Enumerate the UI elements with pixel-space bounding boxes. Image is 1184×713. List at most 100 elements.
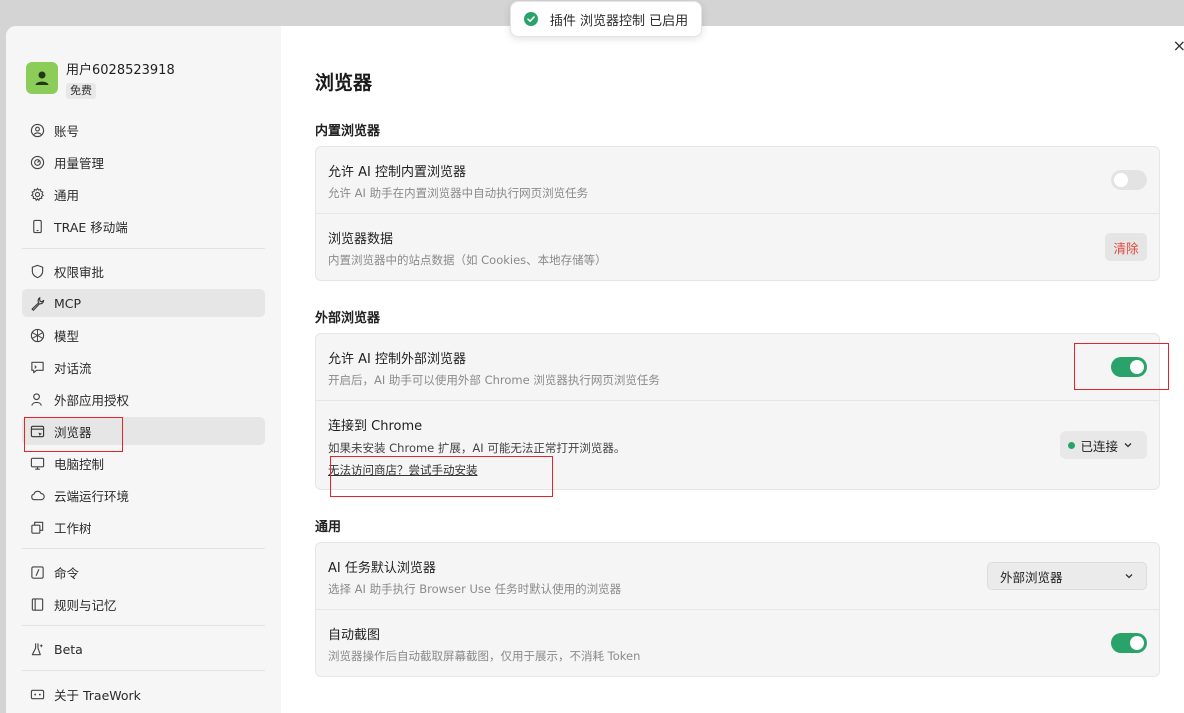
sidebar: 用户6028523918 免费 账号 用量管理 通用 TRAE 移动端 权限审批…: [6, 26, 281, 713]
clear-data-button[interactable]: 清除: [1105, 233, 1147, 261]
setting-title: 允许 AI 控制内置浏览器: [328, 165, 466, 180]
connection-status-dropdown[interactable]: 已连接: [1060, 431, 1147, 459]
sidebar-item-label: MCP: [54, 295, 82, 311]
slash-command-icon: [31, 565, 44, 579]
sidebar-divider: [22, 248, 265, 249]
main-content: 浏览器 内置浏览器 允许 AI 控制内置浏览器 允许 AI 助手在内置浏览器中自…: [281, 26, 1184, 713]
gauge-icon: [30, 155, 45, 169]
sidebar-item-mcp[interactable]: MCP: [22, 289, 265, 317]
setting-title: 自动截图: [328, 628, 381, 643]
sidebar-item-about[interactable]: 关于 TraeWork: [22, 680, 265, 708]
chevron-down-icon: [1125, 574, 1133, 579]
toggle-auto-screenshot[interactable]: [1111, 633, 1147, 653]
sidebar-item-external-auth[interactable]: 外部应用授权: [22, 385, 265, 413]
sidebar-item-label: 账号: [54, 123, 80, 139]
sidebar-item-label: 对话流: [54, 360, 92, 376]
plan-badge: 免费: [66, 83, 96, 99]
sidebar-item-label: 模型: [54, 328, 80, 344]
setting-row-browser-data: 浏览器数据 内置浏览器中的站点数据（如 Cookies、本地存储等） 清除: [316, 214, 1159, 281]
sidebar-item-beta[interactable]: Beta: [22, 635, 265, 663]
flask-icon: [31, 642, 44, 655]
setting-description: 选择 AI 助手执行 Browser Use 任务时默认使用的浏览器: [328, 582, 622, 596]
sidebar-item-chat-flow[interactable]: 对话流: [22, 353, 265, 381]
book-icon: [31, 597, 44, 611]
sidebar-item-label: 外部应用授权: [54, 392, 130, 408]
sidebar-item-label: 电脑控制: [54, 456, 105, 472]
user-key-icon: [31, 392, 42, 406]
sidebar-item-label: 通用: [54, 187, 80, 203]
default-browser-select[interactable]: 外部浏览器: [987, 562, 1147, 590]
setting-description: 内置浏览器中的站点数据（如 Cookies、本地存储等）: [328, 253, 607, 267]
setting-title: 连接到 Chrome: [328, 419, 423, 434]
sidebar-item-models[interactable]: 模型: [22, 321, 265, 349]
toggle-knob: [1130, 360, 1144, 374]
section-title-builtin: 内置浏览器: [315, 124, 381, 139]
monitor-icon: [30, 457, 45, 470]
section-title-general: 通用: [315, 520, 342, 535]
user-profile[interactable]: 用户6028523918 免费: [26, 62, 175, 99]
sidebar-item-computer-control[interactable]: 电脑控制: [22, 449, 265, 477]
toggle-knob: [1130, 636, 1144, 650]
card-builtin-browser: 允许 AI 控制内置浏览器 允许 AI 助手在内置浏览器中自动执行网页浏览任务 …: [315, 146, 1160, 281]
sidebar-item-usage[interactable]: 用量管理: [22, 148, 265, 176]
sidebar-item-label: 权限审批: [54, 264, 105, 280]
chat-icon: [31, 361, 44, 373]
setting-description: 浏览器操作后自动截取屏幕截图，仅用于展示，不消耗 Token: [328, 649, 641, 663]
sidebar-item-label: 工作树: [54, 520, 92, 536]
status-dot: [1068, 441, 1076, 449]
section-title-external: 外部浏览器: [315, 311, 381, 326]
setting-row-allow-builtin: 允许 AI 控制内置浏览器 允许 AI 助手在内置浏览器中自动执行网页浏览任务: [316, 147, 1159, 214]
sidebar-item-mobile[interactable]: TRAE 移动端: [22, 212, 265, 240]
shield-icon: [31, 264, 44, 278]
sidebar-item-rules-memory[interactable]: 规则与记忆: [22, 590, 265, 618]
select-value: 外部浏览器: [1000, 569, 1063, 585]
cube-icon: [30, 328, 45, 342]
avatar: [26, 62, 58, 94]
close-icon[interactable]: ×: [1173, 36, 1184, 55]
toast-text: 插件 浏览器控制 已启用: [549, 13, 689, 29]
sidebar-divider: [22, 548, 265, 549]
user-circle-icon: [30, 123, 45, 137]
card-external-browser: 允许 AI 控制外部浏览器 开启后，AI 助手可以使用外部 Chrome 浏览器…: [315, 333, 1160, 490]
sidebar-item-label: 浏览器: [54, 424, 92, 440]
sidebar-item-general[interactable]: 通用: [22, 180, 265, 208]
sidebar-item-label: 命令: [54, 565, 80, 581]
sidebar-item-label: TRAE 移动端: [54, 219, 128, 235]
toggle-allow-builtin[interactable]: [1111, 170, 1147, 190]
sidebar-item-account[interactable]: 账号: [22, 116, 265, 144]
sidebar-item-label: 用量管理: [54, 155, 105, 171]
avatar-person-icon: [35, 71, 49, 85]
connection-status-label: 已连接: [1080, 438, 1118, 454]
sidebar-item-permissions[interactable]: 权限审批: [22, 257, 265, 285]
browser-icon: [30, 425, 45, 437]
setting-title: 浏览器数据: [328, 232, 394, 247]
gear-icon: [30, 186, 45, 201]
sidebar-item-cloud-env[interactable]: 云端运行环境: [22, 481, 265, 509]
page-title: 浏览器: [315, 72, 373, 94]
settings-window: 用户6028523918 免费 账号 用量管理 通用 TRAE 移动端 权限审批…: [6, 26, 1184, 713]
setting-description: 开启后，AI 助手可以使用外部 Chrome 浏览器执行网页浏览任务: [328, 373, 660, 387]
phone-icon: [33, 219, 42, 233]
cloud-icon: [31, 490, 45, 500]
sidebar-item-label: 云端运行环境: [54, 488, 130, 504]
wrench-icon: [31, 296, 45, 311]
card-general: AI 任务默认浏览器 选择 AI 助手执行 Browser Use 任务时默认使…: [315, 542, 1160, 677]
toggle-allow-external[interactable]: [1111, 357, 1147, 377]
sidebar-item-label: 关于 TraeWork: [54, 687, 141, 703]
chevron-down-icon: [1124, 443, 1132, 448]
sidebar-divider: [22, 625, 265, 626]
sidebar-item-worktree[interactable]: 工作树: [22, 513, 265, 541]
tree-icon: [31, 521, 44, 534]
manual-install-link[interactable]: 无法访问商店？尝试手动安装: [328, 462, 478, 478]
notification-toast: 插件 浏览器控制 已启用: [510, 1, 702, 37]
sidebar-item-browser[interactable]: 浏览器: [22, 417, 265, 445]
setting-row-default-browser: AI 任务默认浏览器 选择 AI 助手执行 Browser Use 任务时默认使…: [316, 543, 1159, 610]
setting-title: AI 任务默认浏览器: [328, 561, 436, 576]
sidebar-item-label: Beta: [54, 641, 83, 657]
sidebar-divider: [22, 670, 265, 671]
setting-description: 如果未安装 Chrome 扩展，AI 可能无法正常打开浏览器。: [328, 441, 626, 455]
sidebar-item-label: 规则与记忆: [54, 597, 117, 613]
setting-description: 允许 AI 助手在内置浏览器中自动执行网页浏览任务: [328, 186, 589, 200]
toggle-knob: [1114, 173, 1128, 187]
sidebar-item-commands[interactable]: 命令: [22, 558, 265, 586]
